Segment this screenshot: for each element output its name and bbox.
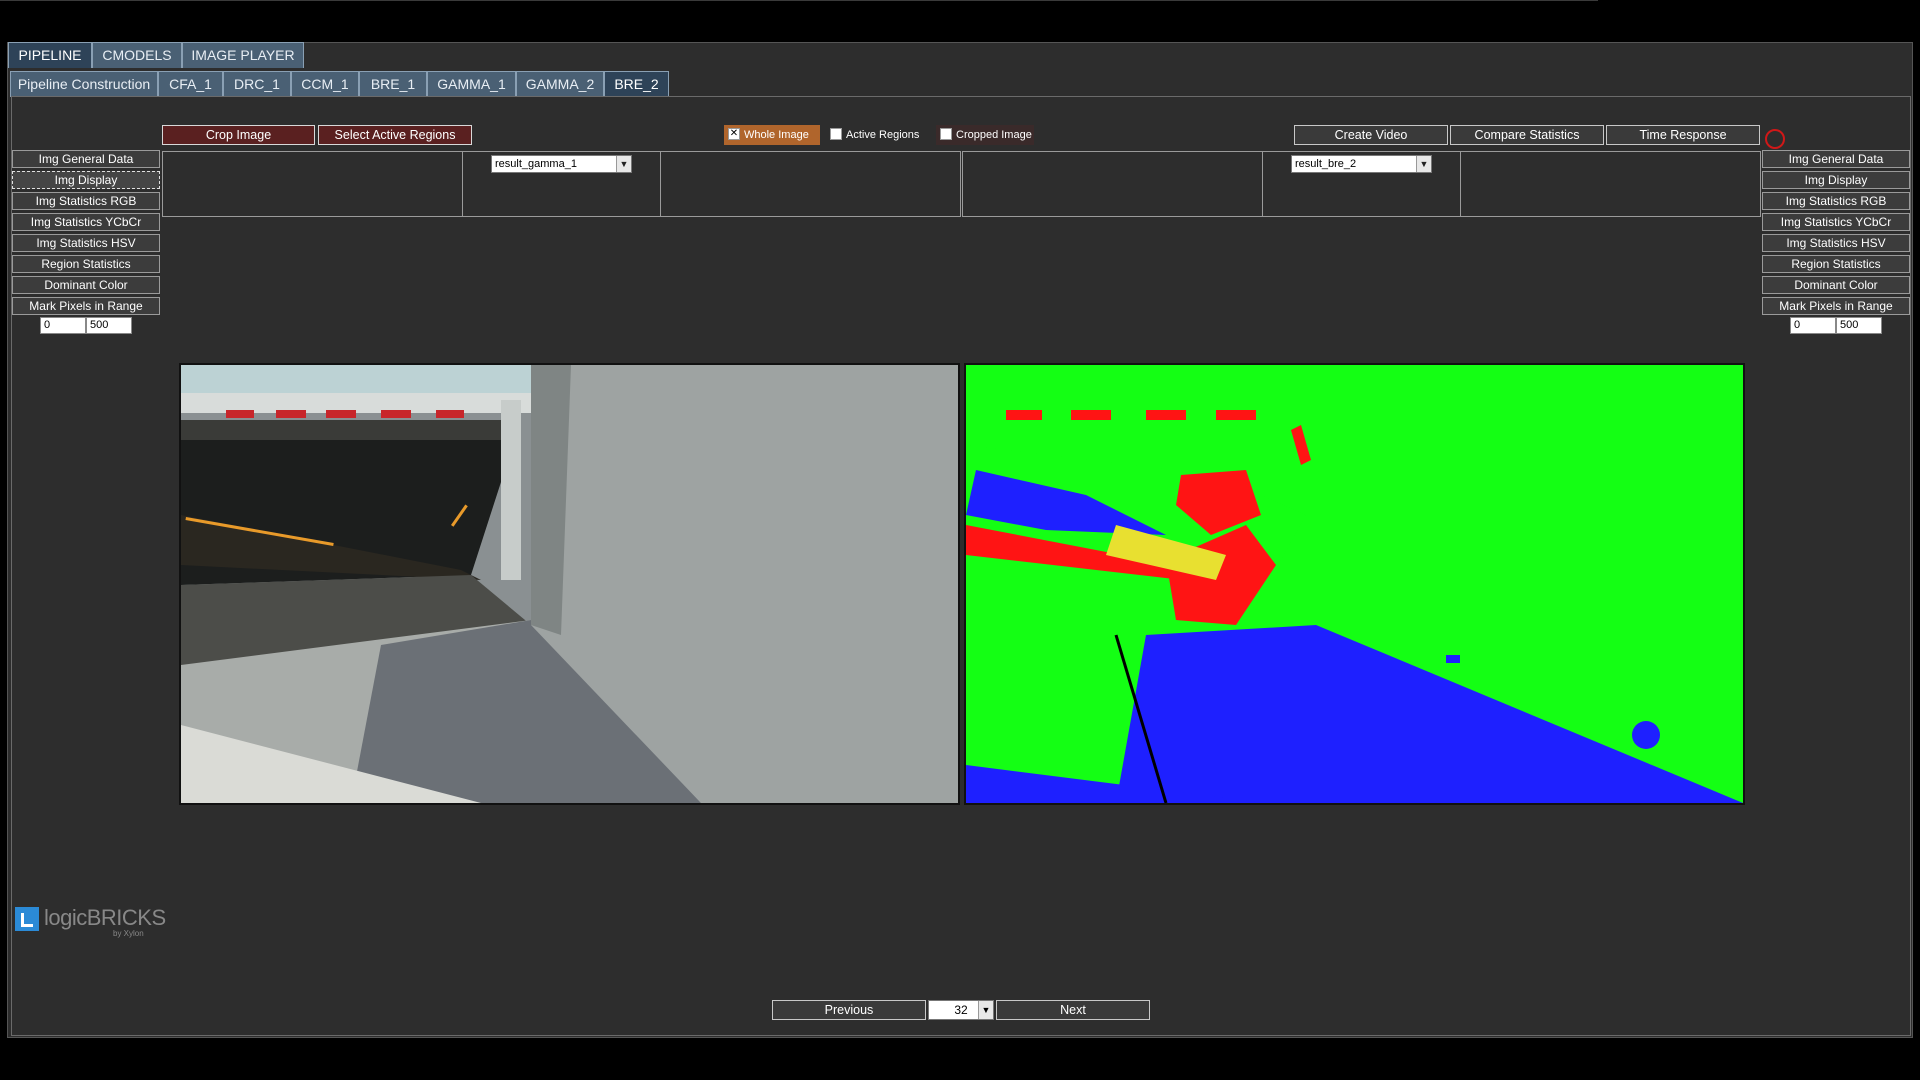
active-regions-label: Active Regions <box>846 129 920 141</box>
right-header-cell <box>963 152 1263 216</box>
right-img-display-button[interactable]: Img Display <box>1762 171 1910 189</box>
left-result-select-value: result_gamma_1 <box>495 158 577 170</box>
left-img-statistics-rgb-button[interactable]: Img Statistics RGB <box>12 192 160 210</box>
tab-bre-1[interactable]: BRE_1 <box>359 71 427 97</box>
left-camera-image <box>179 363 960 805</box>
chevron-down-icon: ▼ <box>978 1001 993 1019</box>
tab-ccm-1[interactable]: CCM_1 <box>291 71 359 97</box>
right-result-select-value: result_bre_2 <box>1295 158 1357 170</box>
view-mode-group: ✕ Whole Image Active Regions Cropped Imag… <box>724 125 1034 145</box>
crop-image-button[interactable]: Crop Image <box>162 125 315 145</box>
right-result-select[interactable]: result_bre_2 ▼ <box>1291 155 1432 173</box>
left-img-general-data-button[interactable]: Img General Data <box>12 150 160 168</box>
frame-select[interactable]: 32 ▼ <box>928 1000 994 1020</box>
logicbricks-logo: logicBRICKS by Xylon <box>15 905 166 939</box>
tab-pipeline-construction[interactable]: Pipeline Construction <box>10 71 158 97</box>
left-img-statistics-hsv-button[interactable]: Img Statistics HSV <box>12 234 160 252</box>
tab-bre-2[interactable]: BRE_2 <box>604 71 669 97</box>
bre-classification-map <box>966 365 1743 803</box>
cropped-image-checkbox[interactable]: Cropped Image <box>936 125 1034 145</box>
right-img-statistics-ycbcr-button[interactable]: Img Statistics YCbCr <box>1762 213 1910 231</box>
left-range-max-input[interactable]: 500 <box>86 317 132 334</box>
tab-cfa-1[interactable]: CFA_1 <box>158 71 223 97</box>
unchecked-icon <box>830 128 842 141</box>
tab-pipeline[interactable]: PIPELINE <box>8 42 92 68</box>
record-indicator-icon[interactable] <box>1765 129 1785 149</box>
whole-image-label: Whole Image <box>744 129 809 141</box>
whole-image-checkbox[interactable]: ✕ Whole Image <box>724 125 820 145</box>
unchecked-icon <box>940 128 952 141</box>
cropped-image-label: Cropped Image <box>956 129 1032 141</box>
right-range-max-input[interactable]: 500 <box>1836 317 1882 334</box>
right-header-cell: result_bre_2 ▼ <box>1263 152 1461 216</box>
window-top-edge <box>0 0 1598 1</box>
right-region-statistics-button[interactable]: Region Statistics <box>1762 255 1910 273</box>
logo-brand-text: logicBRICKS <box>44 905 166 930</box>
right-mark-pixels-in-range-button[interactable]: Mark Pixels in Range <box>1762 297 1910 315</box>
left-img-display-button[interactable]: Img Display <box>12 171 160 189</box>
tab-drc-1[interactable]: DRC_1 <box>223 71 291 97</box>
right-img-general-data-button[interactable]: Img General Data <box>1762 150 1910 168</box>
checked-icon: ✕ <box>728 128 740 141</box>
create-video-button[interactable]: Create Video <box>1294 125 1448 145</box>
previous-button[interactable]: Previous <box>772 1000 926 1020</box>
main-tab-bar: PIPELINE CMODELS IMAGE PLAYER <box>8 42 308 68</box>
right-img-statistics-hsv-button[interactable]: Img Statistics HSV <box>1762 234 1910 252</box>
chevron-down-icon: ▼ <box>1416 156 1431 172</box>
compare-statistics-button[interactable]: Compare Statistics <box>1450 125 1604 145</box>
select-active-regions-button[interactable]: Select Active Regions <box>318 125 472 145</box>
tab-image-player[interactable]: IMAGE PLAYER <box>182 42 304 68</box>
left-header-cell: result_gamma_1 ▼ <box>463 152 661 216</box>
left-mark-pixels-in-range-button[interactable]: Mark Pixels in Range <box>12 297 160 315</box>
right-processed-image <box>964 363 1745 805</box>
frame-number: 32 <box>954 1003 968 1017</box>
left-dominant-color-button[interactable]: Dominant Color <box>12 276 160 294</box>
next-button[interactable]: Next <box>996 1000 1150 1020</box>
logo-sub-text: by Xylon <box>113 929 144 938</box>
right-range-min-input[interactable]: 0 <box>1790 317 1836 334</box>
sub-tab-bar: Pipeline Construction CFA_1 DRC_1 CCM_1 … <box>10 71 675 97</box>
left-img-statistics-ycbcr-button[interactable]: Img Statistics YCbCr <box>12 213 160 231</box>
active-regions-checkbox[interactable]: Active Regions <box>826 125 936 145</box>
right-view-header: result_bre_2 ▼ <box>962 151 1761 217</box>
tunnel-photo <box>181 365 958 803</box>
left-header-cell <box>163 152 463 216</box>
tab-gamma-1[interactable]: GAMMA_1 <box>427 71 516 97</box>
left-range-min-input[interactable]: 0 <box>40 317 86 334</box>
left-region-statistics-button[interactable]: Region Statistics <box>12 255 160 273</box>
right-dominant-color-button[interactable]: Dominant Color <box>1762 276 1910 294</box>
tab-gamma-2[interactable]: GAMMA_2 <box>516 71 604 97</box>
left-view-header: result_gamma_1 ▼ <box>162 151 961 217</box>
right-img-statistics-rgb-button[interactable]: Img Statistics RGB <box>1762 192 1910 210</box>
tab-cmodels[interactable]: CMODELS <box>92 42 182 68</box>
left-result-select[interactable]: result_gamma_1 ▼ <box>491 155 632 173</box>
logo-glyph-icon <box>21 913 33 927</box>
chevron-down-icon: ▼ <box>616 156 631 172</box>
time-response-button[interactable]: Time Response <box>1606 125 1760 145</box>
